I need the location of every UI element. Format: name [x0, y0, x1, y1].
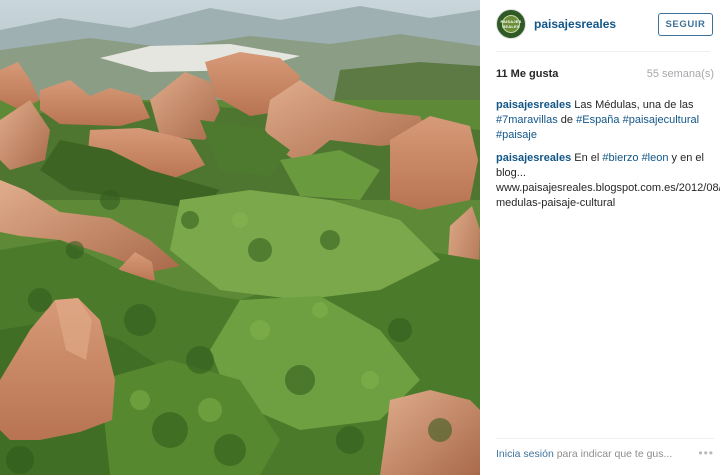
post-timestamp[interactable]: 55 semana(s)	[647, 68, 714, 80]
caption-comment: paisajesreales Las Médulas, una de las #…	[496, 98, 714, 143]
comments-list: paisajesreales Las Médulas, una de las #…	[496, 98, 720, 219]
post-photo[interactable]	[0, 0, 480, 475]
caption-text: Las Médulas, una de las	[571, 99, 694, 111]
hashtag-link[interactable]: #7maravillas	[496, 114, 558, 126]
hashtag-link[interactable]: #leon	[642, 152, 669, 164]
landscape-image	[0, 0, 480, 475]
post-header: PAISAJES REALES paisajesreales SEGUIR	[496, 0, 713, 52]
hashtag-link[interactable]: #paisaje	[496, 129, 537, 141]
caption-text: de	[557, 114, 577, 126]
comment-item: paisajesreales En el #bierzo #leon y en …	[496, 151, 720, 211]
avatar[interactable]: PAISAJES REALES	[496, 9, 526, 39]
post-footer: Inicia sesión para indicar que te gus...…	[496, 438, 714, 464]
hashtag-link[interactable]: #España	[576, 114, 619, 126]
post-stats: 11 Me gusta 55 semana(s)	[496, 68, 714, 84]
caption-username-link[interactable]: paisajesreales	[496, 99, 571, 111]
follow-button[interactable]: SEGUIR	[658, 13, 713, 36]
hashtag-link[interactable]: #bierzo	[602, 152, 638, 164]
comment-text: En el	[571, 152, 603, 164]
comment-username-link[interactable]: paisajesreales	[496, 152, 571, 164]
more-options-icon[interactable]: •••	[698, 446, 714, 460]
login-prompt: Inicia sesión para indicar que te gus...	[496, 448, 672, 460]
post-sidebar: PAISAJES REALES paisajesreales SEGUIR 11…	[480, 0, 720, 475]
avatar-logo-text: PAISAJES REALES	[500, 19, 522, 29]
likes-count[interactable]: 11 Me gusta	[496, 68, 558, 80]
username-link[interactable]: paisajesreales	[534, 17, 616, 31]
hashtag-link[interactable]: #paisajecultural	[623, 114, 699, 126]
login-prompt-text: para indicar que te gus...	[553, 448, 673, 460]
login-link[interactable]: Inicia sesión	[496, 448, 554, 460]
